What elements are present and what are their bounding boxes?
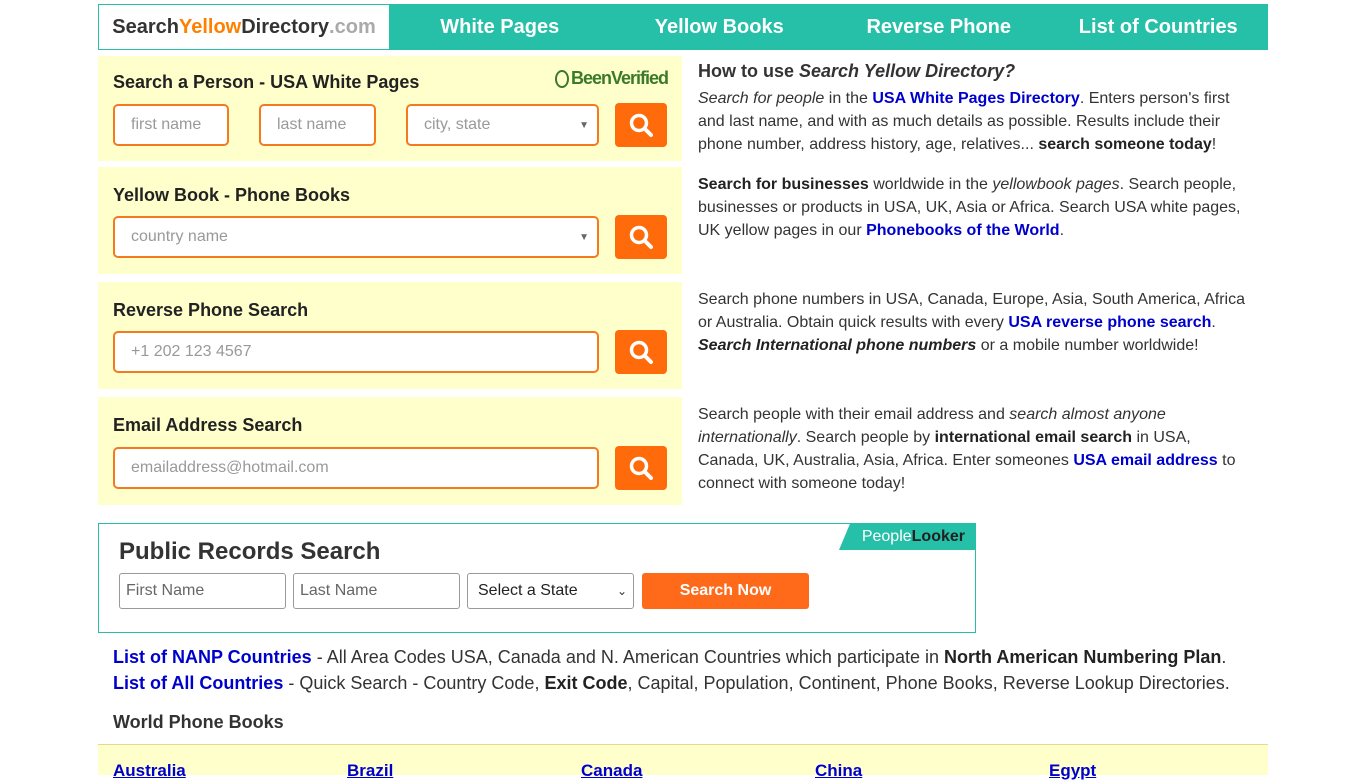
usa-email-address-link[interactable]: USA email address (1073, 452, 1217, 469)
site-logo[interactable]: Search Yellow Directory .com (98, 4, 390, 50)
country-name-placeholder: country name (131, 228, 228, 245)
search-icon (629, 456, 653, 480)
search-icon (629, 225, 653, 249)
chevron-down-icon: ▼ (579, 231, 589, 243)
p4-text1: Search people with their email address a… (698, 406, 1010, 423)
all-countries-link[interactable]: List of All Countries (113, 673, 283, 693)
country-link-canada[interactable]: Canada (581, 761, 642, 781)
pr-state-selected: Select a State (478, 582, 578, 599)
country-name-select[interactable]: country name ▼ (113, 216, 599, 258)
search-now-button[interactable]: Search Now (642, 573, 809, 609)
last-name-placeholder: last name (277, 116, 347, 133)
nav-white-pages[interactable]: White Pages (390, 4, 610, 50)
email-title: Email Address Search (113, 415, 303, 435)
phone-number-input[interactable]: +1 202 123 4567 (113, 331, 599, 373)
beenverified-text: BeenVerified (570, 68, 669, 88)
nanp-line: List of NANP Countries - All Area Codes … (113, 647, 1226, 668)
search-icon (629, 340, 653, 364)
p2-bold: Search for businesses (698, 176, 869, 193)
city-state-placeholder: city, state (424, 116, 491, 133)
all-text1: - Quick Search - Country Code, (283, 673, 545, 693)
yellow-book-title: Yellow Book - Phone Books (113, 185, 351, 205)
reverse-phone-search-button[interactable] (615, 330, 667, 374)
howto-people-paragraph: Search for people in the USA White Pages… (698, 87, 1250, 156)
yellow-book-search-button[interactable] (615, 215, 667, 259)
beenverified-mark-icon (554, 69, 569, 88)
email-input[interactable]: emailaddress@hotmail.com (113, 447, 599, 489)
public-records-title: Public Records Search (119, 538, 381, 565)
world-phone-books-list: Australia Brazil Canada China Egypt (98, 744, 1268, 780)
all-text2: , Capital, Population, Continent, Phone … (627, 673, 1230, 693)
last-name-input[interactable]: last name (259, 104, 376, 146)
search-icon (629, 113, 653, 137)
white-pages-search-button[interactable] (615, 103, 667, 147)
nav-list-of-countries[interactable]: List of Countries (1049, 4, 1269, 50)
reverse-phone-title: Reverse Phone Search (113, 300, 309, 320)
nav-reverse-phone[interactable]: Reverse Phone (829, 4, 1049, 50)
world-phone-books-title: World Phone Books (113, 712, 284, 732)
howto-phone-paragraph: Search phone numbers in USA, Canada, Eur… (698, 288, 1250, 357)
city-state-select[interactable]: city, state ▼ (406, 104, 599, 146)
first-name-input[interactable]: first name (113, 104, 229, 146)
howto-business-paragraph: Search for businesses worldwide in the y… (698, 173, 1250, 242)
nav-yellow-books[interactable]: Yellow Books (610, 4, 830, 50)
country-link-brazil[interactable]: Brazil (347, 761, 393, 781)
howto-title-italic: Search Yellow Directory? (799, 61, 1016, 81)
nanp-countries-link[interactable]: List of NANP Countries (113, 647, 312, 667)
peoplelooker-text-b: Looker (911, 528, 965, 545)
logo-part-search: Search (112, 15, 179, 38)
usa-white-pages-link[interactable]: USA White Pages Directory (872, 90, 1079, 107)
p1-italic: Search for people (698, 90, 825, 107)
pr-last-name-placeholder: Last Name (300, 582, 378, 599)
p1-text3: ! (1211, 136, 1217, 153)
pr-first-name-placeholder: First Name (126, 582, 205, 599)
p2-text1: worldwide in the (868, 176, 993, 193)
p2-italic: yellowbook pages (992, 176, 1120, 193)
nanp-bold: North American Numbering Plan (944, 647, 1222, 667)
logo-part-com: .com (329, 15, 376, 38)
email-search-button[interactable] (615, 446, 667, 490)
p3-text3: or a mobile number worldwide! (976, 337, 1199, 354)
p4-text2: . Search people by (796, 429, 935, 446)
country-link-australia[interactable]: Australia (113, 761, 186, 781)
peoplelooker-logo: People Looker (839, 524, 975, 550)
phonebooks-of-world-link[interactable]: Phonebooks of the World (866, 222, 1059, 239)
country-link-egypt[interactable]: Egypt (1049, 761, 1096, 781)
howto-title: How to use Search Yellow Directory? (698, 61, 1015, 82)
pr-last-name-input[interactable]: Last Name (293, 573, 460, 609)
chevron-down-icon: ▼ (579, 119, 589, 131)
yellow-book-panel: Yellow Book - Phone Books country name ▼ (98, 167, 682, 274)
nanp-text2: . (1221, 647, 1227, 667)
public-records-widget: People Looker Public Records Search First… (98, 523, 976, 633)
chevron-down-icon: ⌄ (616, 584, 627, 598)
email-panel: Email Address Search emailaddress@hotmai… (98, 397, 682, 505)
p2-text3: . (1059, 222, 1065, 239)
email-placeholder: emailaddress@hotmail.com (131, 459, 329, 476)
p1-bold: search someone today (1038, 136, 1212, 153)
all-countries-line: List of All Countries - Quick Search - C… (113, 673, 1230, 694)
white-pages-panel: Search a Person - USA White Pages BeenVe… (98, 56, 682, 161)
nanp-text1: - All Area Codes USA, Canada and N. Amer… (311, 647, 945, 667)
p4-bold: international email search (934, 429, 1133, 446)
first-name-placeholder: first name (131, 116, 202, 133)
peoplelooker-text-a: People (861, 528, 912, 545)
logo-part-yellow: Yellow (178, 15, 242, 38)
all-bold: Exit Code (544, 673, 628, 693)
white-pages-title: Search a Person - USA White Pages (113, 72, 420, 92)
p3-bold-italic: Search International phone numbers (698, 337, 977, 354)
p1-text1: in the (824, 90, 873, 107)
logo-part-directory: Directory (241, 15, 330, 38)
top-nav: Search Yellow Directory .com White Pages Ye… (98, 4, 1268, 50)
phone-placeholder: +1 202 123 4567 (131, 343, 252, 360)
reverse-phone-panel: Reverse Phone Search +1 202 123 4567 (98, 282, 682, 389)
pr-state-select[interactable]: Select a State ⌄ (467, 573, 634, 609)
p3-text2: . (1211, 314, 1216, 331)
howto-email-paragraph: Search people with their email address a… (698, 403, 1250, 495)
howto-title-plain: How to use (698, 61, 800, 81)
beenverified-logo: BeenVerified (554, 68, 669, 89)
usa-reverse-phone-link[interactable]: USA reverse phone search (1008, 314, 1211, 331)
country-link-china[interactable]: China (815, 761, 862, 781)
pr-first-name-input[interactable]: First Name (119, 573, 286, 609)
